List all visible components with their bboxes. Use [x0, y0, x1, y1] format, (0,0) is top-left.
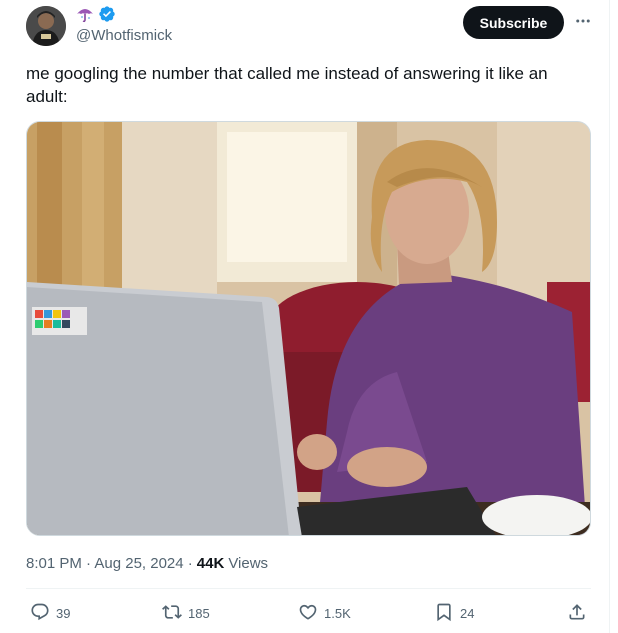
- verified-badge-icon: [98, 5, 116, 28]
- umbrella-icon: [76, 5, 94, 28]
- share-icon: [567, 602, 587, 625]
- tweet-timestamp[interactable]: 8:01 PM · Aug 25, 2024 ·: [26, 555, 193, 572]
- more-icon[interactable]: [572, 10, 594, 32]
- retweet-count: 185: [188, 605, 210, 621]
- reply-button[interactable]: 39: [30, 602, 70, 624]
- like-count: 1.5K: [324, 605, 351, 621]
- tweet-text: me googling the number that called me in…: [26, 64, 548, 106]
- bookmark-button[interactable]: 24: [434, 602, 474, 624]
- subscribe-button[interactable]: Subscribe: [463, 6, 564, 39]
- author-handle[interactable]: @Whotfismick: [76, 27, 172, 44]
- views-count: 44K: [196, 555, 225, 572]
- like-button[interactable]: 1.5K: [298, 602, 351, 624]
- bookmark-icon: [434, 602, 454, 625]
- bookmark-count: 24: [460, 605, 475, 621]
- reply-count: 39: [56, 605, 71, 621]
- retweet-icon: [162, 602, 182, 625]
- avatar[interactable]: [26, 6, 66, 46]
- author-name-row[interactable]: [76, 5, 116, 28]
- retweet-button[interactable]: 185: [162, 602, 210, 624]
- share-button[interactable]: [567, 602, 587, 624]
- tweet-card: @Whotfismick Subscribe me googling the n…: [0, 0, 610, 633]
- tweet-media-image[interactable]: [26, 121, 591, 536]
- views-label: Views: [228, 555, 269, 572]
- reply-icon: [30, 602, 50, 625]
- heart-icon: [298, 602, 318, 625]
- divider: [26, 588, 591, 589]
- tweet-meta: 8:01 PM · Aug 25, 2024 · 44K Views: [26, 555, 268, 572]
